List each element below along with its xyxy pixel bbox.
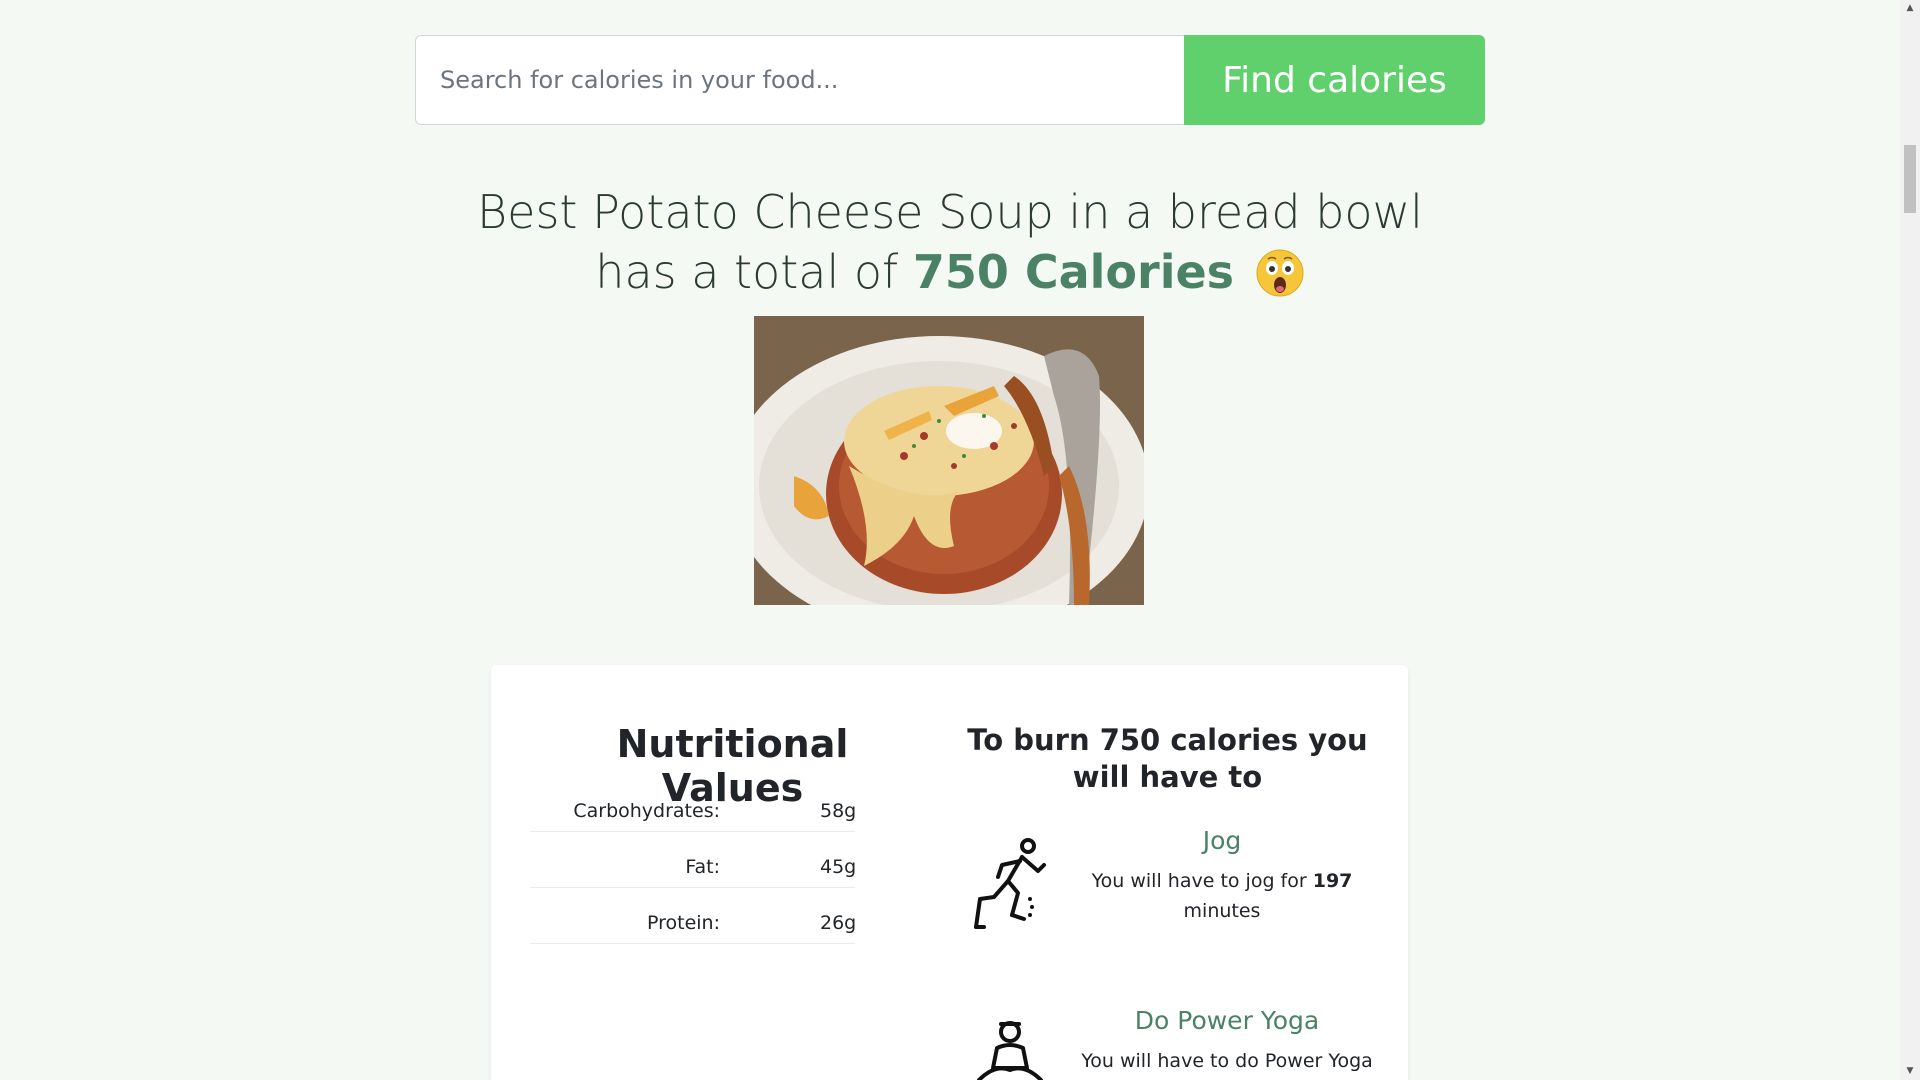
calorie-total: 750 Calories [912, 245, 1235, 299]
page: Find calories Best Potato Cheese Soup in… [0, 0, 1920, 1080]
activity-minutes: 197 [1312, 870, 1353, 892]
nutrition-row: Fat: 45g [530, 848, 857, 888]
search-input[interactable] [415, 35, 1184, 125]
activity-unit: minutes [1183, 900, 1261, 922]
activity-text: You will have to do Power Yoga [1081, 1050, 1373, 1072]
nutrient-label: Protein: [646, 912, 720, 934]
scroll-up-arrow-icon[interactable]: ▲ [1900, 0, 1920, 17]
nutrient-label: Carbohydrates: [573, 800, 720, 822]
scrollbar-thumb[interactable] [1904, 145, 1916, 213]
nutrition-row: Protein: 26g [530, 904, 857, 944]
nutrient-label: Fat: [685, 856, 720, 878]
search-bar: Find calories [415, 35, 1485, 125]
scrollbar[interactable]: ▲ ▼ [1900, 0, 1920, 1080]
burn-title: To burn 750 calories you will have to [967, 723, 1368, 794]
activity-jog-description: You will have to jog for 197 minutes [1082, 866, 1362, 926]
yoga-icon [977, 1021, 1043, 1080]
find-calories-button[interactable]: Find calories [1184, 35, 1485, 125]
jogging-icon [974, 838, 1046, 929]
activity-yoga-description: You will have to do Power Yoga [1072, 1046, 1382, 1076]
scroll-down-arrow-icon[interactable]: ▼ [1900, 1063, 1920, 1080]
activity-text: You will have to jog for [1091, 870, 1307, 892]
nutrition-row: Carbohydrates: 58g [530, 792, 857, 832]
nutrient-value: 45g [820, 856, 857, 878]
nutrient-value: 26g [820, 912, 857, 934]
calorie-headline: Best Potato Cheese Soup in a bread bowl … [430, 182, 1470, 302]
nutrient-value: 58g [820, 800, 857, 822]
food-photo [754, 316, 1144, 605]
activity-yoga-title: Do Power Yoga [1134, 1006, 1320, 1035]
activity-jog-title: Jog [1202, 826, 1242, 855]
astonished-face-icon [1256, 249, 1304, 297]
